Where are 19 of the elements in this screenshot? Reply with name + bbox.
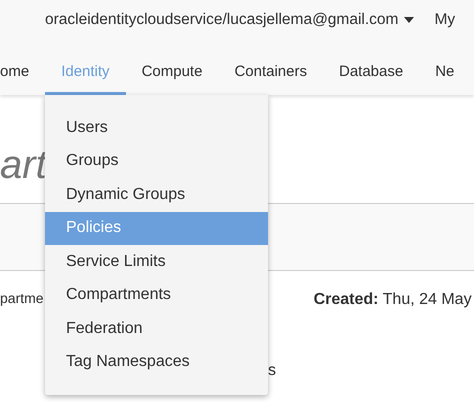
caret-icon [404,17,414,23]
menu-item[interactable]: Service Limits [45,245,268,278]
nav-tab[interactable]: Database [322,50,420,95]
menu-item[interactable]: Dynamic Groups [45,178,268,212]
menu-item[interactable]: Tag Namespaces [45,346,268,379]
menu-item[interactable]: Federation [45,312,268,346]
nav-tab[interactable]: Compute [126,50,218,95]
detail-label: partme [0,289,44,308]
menu-item[interactable]: Groups [45,144,268,178]
nav-tab[interactable]: Containers [218,50,323,95]
menu-item[interactable]: Users [45,111,268,144]
detail-text: s [268,362,276,379]
account-menu[interactable]: oracleidentitycloudservice/lucasjellema@gmail.com [45,8,414,32]
created-date: Created: Thu, 24 May [314,290,472,310]
nav-tab[interactable]: Ne [419,50,470,95]
nav-link[interactable]: My [434,8,456,32]
menu-item[interactable]: Compartments [45,278,268,312]
page-heading: art [0,142,48,189]
nav-tab[interactable]: ome [0,50,46,95]
